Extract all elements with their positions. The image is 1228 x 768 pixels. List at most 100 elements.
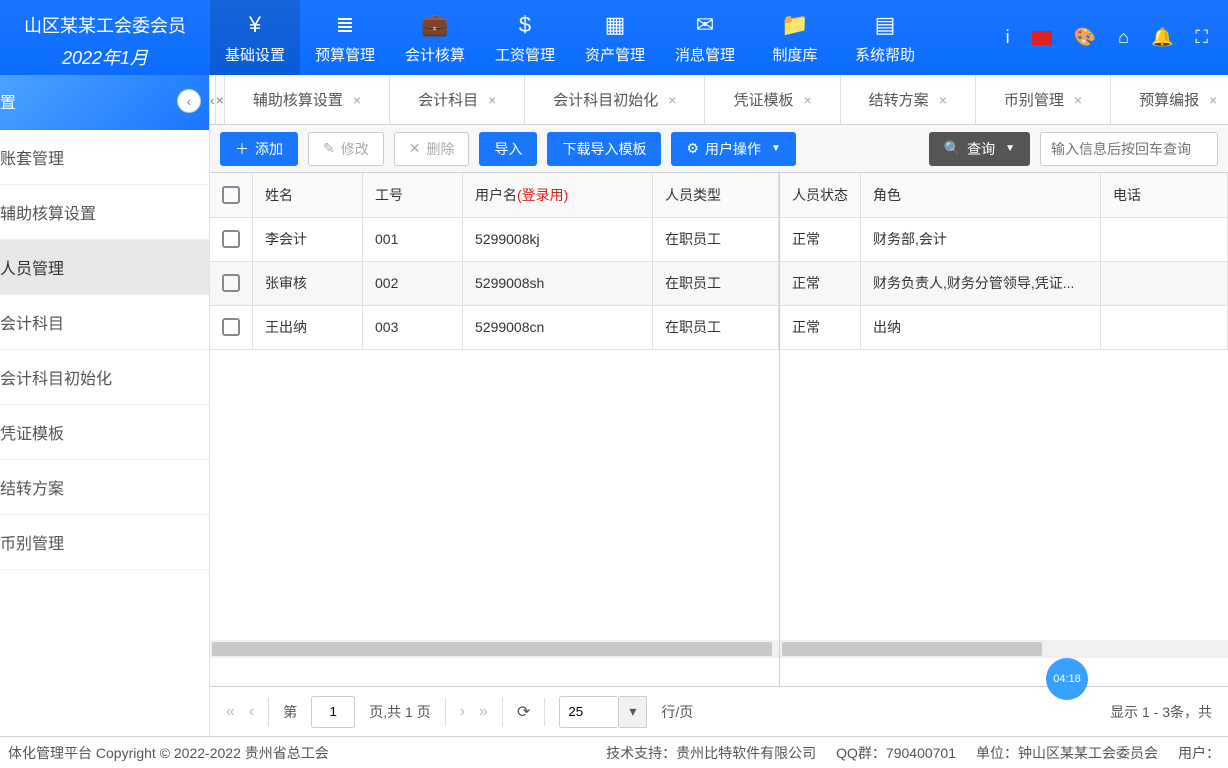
folder-icon: 📁 bbox=[750, 12, 840, 38]
nav-asset[interactable]: ▦资产管理 bbox=[570, 0, 660, 75]
col-name[interactable]: 姓名 bbox=[253, 173, 363, 217]
add-button[interactable]: ＋添加 bbox=[220, 132, 298, 166]
home-icon[interactable]: ⌂ bbox=[1118, 27, 1129, 48]
tab-budget-report[interactable]: 预算编报× bbox=[1111, 75, 1228, 124]
gear-icon: ⚙ bbox=[686, 140, 699, 157]
app-header: 山区某某工会委会员 2022年1月 ¥基础设置 ≣预算管理 💼会计核算 $工资管… bbox=[0, 0, 1228, 75]
sidebar-item-subject-init[interactable]: 会计科目初始化 bbox=[0, 350, 209, 405]
mail-icon: ✉ bbox=[660, 12, 750, 38]
page-per-label: 行/页 bbox=[661, 702, 693, 722]
table-row[interactable]: 王出纳0035299008cn在职员工 bbox=[210, 305, 779, 349]
close-icon[interactable]: × bbox=[488, 92, 496, 108]
info-icon[interactable]: i bbox=[1006, 27, 1010, 48]
hscroll-left[interactable] bbox=[210, 640, 779, 658]
period-label: 2022年1月 bbox=[0, 44, 210, 70]
nav-basic-settings[interactable]: ¥基础设置 bbox=[210, 0, 300, 75]
tab-close-button[interactable]: × bbox=[216, 75, 225, 124]
footer-tech: 技术支持：贵州比特软件有限公司 bbox=[606, 743, 816, 763]
page-last[interactable]: » bbox=[479, 703, 488, 721]
row-checkbox[interactable] bbox=[222, 318, 240, 336]
col-phone[interactable]: 电话 bbox=[1101, 173, 1228, 217]
table-row[interactable]: 正常财务部,会计 bbox=[780, 217, 1228, 261]
tab-carryover[interactable]: 结转方案× bbox=[841, 75, 976, 124]
sidebar-head-text: 置 bbox=[0, 89, 16, 113]
close-icon[interactable]: × bbox=[939, 92, 947, 108]
sidebar-item-currency[interactable]: 币别管理 bbox=[0, 515, 209, 570]
col-type[interactable]: 人员类型 bbox=[653, 173, 779, 217]
row-checkbox[interactable] bbox=[222, 230, 240, 248]
sidebar-item-carryover[interactable]: 结转方案 bbox=[0, 460, 209, 515]
tab-subject-init[interactable]: 会计科目初始化× bbox=[525, 75, 705, 124]
fullscreen-icon[interactable]: ⛶ bbox=[1195, 27, 1208, 48]
sidebar-item-personnel[interactable]: 人员管理 bbox=[0, 240, 209, 295]
flag-icon[interactable] bbox=[1032, 31, 1052, 45]
download-template-button[interactable]: 下载导入模板 bbox=[547, 132, 661, 166]
nav-salary[interactable]: $工资管理 bbox=[480, 0, 570, 75]
toolbar: ＋添加 ✎修改 ✕删除 导入 下载导入模板 ⚙用户操作 🔍查询 bbox=[210, 125, 1228, 173]
footer-copyright: 体化管理平台 Copyright © 2022-2022 贵州省总工会 bbox=[8, 743, 329, 763]
row-checkbox[interactable] bbox=[222, 274, 240, 292]
nav-budget[interactable]: ≣预算管理 bbox=[300, 0, 390, 75]
page-next[interactable]: › bbox=[460, 703, 465, 721]
close-icon[interactable]: × bbox=[803, 92, 811, 108]
page-refresh[interactable]: ⟳ bbox=[517, 702, 530, 722]
briefcase-icon: 💼 bbox=[390, 12, 480, 38]
close-icon[interactable]: × bbox=[1074, 92, 1082, 108]
nav-message[interactable]: ✉消息管理 bbox=[660, 0, 750, 75]
table-row[interactable]: 正常财务负责人,财务分管领导,凭证... bbox=[780, 261, 1228, 305]
top-nav: ¥基础设置 ≣预算管理 💼会计核算 $工资管理 ▦资产管理 ✉消息管理 📁制度库… bbox=[210, 0, 930, 75]
sidebar-item-voucher[interactable]: 凭证模板 bbox=[0, 405, 209, 460]
page-label: 第 bbox=[283, 702, 297, 722]
pagination-summary: 显示 1 - 3条，共 bbox=[1110, 702, 1212, 722]
sidebar-item-subject[interactable]: 会计科目 bbox=[0, 295, 209, 350]
page-total-label: 页,共 1 页 bbox=[369, 702, 430, 722]
col-status[interactable]: 人员状态 bbox=[780, 173, 861, 217]
hscroll-right[interactable] bbox=[780, 640, 1228, 658]
search-icon: 🔍 bbox=[944, 140, 961, 157]
tab-subject[interactable]: 会计科目× bbox=[390, 75, 525, 124]
main-area: ‹ × 辅助核算设置× 会计科目× 会计科目初始化× 凭证模板× 结转方案× 币… bbox=[210, 75, 1228, 736]
user-ops-dropdown[interactable]: ⚙用户操作 bbox=[671, 132, 795, 166]
nav-accounting[interactable]: 💼会计核算 bbox=[390, 0, 480, 75]
table-row[interactable]: 正常出纳 bbox=[780, 305, 1228, 349]
nav-help[interactable]: ▤系统帮助 bbox=[840, 0, 930, 75]
nav-policy[interactable]: 📁制度库 bbox=[750, 0, 840, 75]
sidebar: 置 ‹ 账套管理 辅助核算设置 人员管理 会计科目 会计科目初始化 凭证模板 结… bbox=[0, 75, 210, 736]
page-size-dropdown[interactable]: ▾ bbox=[619, 696, 647, 728]
delete-button: ✕删除 bbox=[394, 132, 470, 166]
sidebar-collapse-button[interactable]: ‹ bbox=[177, 89, 201, 113]
org-name: 山区某某工会委会员 bbox=[0, 12, 210, 38]
close-icon[interactable]: × bbox=[1209, 92, 1217, 108]
bell-icon[interactable]: 🔔 bbox=[1151, 27, 1173, 48]
close-icon[interactable]: × bbox=[668, 92, 676, 108]
close-icon[interactable]: × bbox=[353, 92, 361, 108]
table-area: 姓名 工号 用户名(登录用) 人员类型 李会计0015299008kj在职员工 … bbox=[210, 173, 1228, 686]
query-button[interactable]: 🔍查询 bbox=[929, 132, 1030, 166]
import-button[interactable]: 导入 bbox=[479, 132, 537, 166]
footer-qq: QQ群：790400701 bbox=[836, 743, 956, 763]
sidebar-item-aux[interactable]: 辅助核算设置 bbox=[0, 185, 209, 240]
page-input[interactable] bbox=[311, 696, 355, 728]
page-first[interactable]: « bbox=[226, 703, 235, 721]
col-role[interactable]: 角色 bbox=[861, 173, 1101, 217]
table-row[interactable]: 张审核0025299008sh在职员工 bbox=[210, 261, 779, 305]
col-empno[interactable]: 工号 bbox=[363, 173, 463, 217]
plus-icon: ＋ bbox=[235, 139, 249, 159]
sidebar-item-account[interactable]: 账套管理 bbox=[0, 130, 209, 185]
tab-voucher[interactable]: 凭证模板× bbox=[705, 75, 840, 124]
col-username[interactable]: 用户名(登录用) bbox=[463, 173, 653, 217]
footer: 体化管理平台 Copyright © 2022-2022 贵州省总工会 技术支持… bbox=[0, 736, 1228, 768]
edit-icon: ✎ bbox=[323, 140, 335, 157]
page-prev[interactable]: ‹ bbox=[249, 703, 254, 721]
tab-aux[interactable]: 辅助核算设置× bbox=[225, 75, 390, 124]
tab-currency[interactable]: 币别管理× bbox=[976, 75, 1111, 124]
search-input[interactable] bbox=[1040, 132, 1218, 166]
sidebar-head: 置 ‹ bbox=[0, 75, 209, 130]
book-icon: ▤ bbox=[840, 12, 930, 38]
footer-user: 用户： bbox=[1178, 743, 1220, 763]
table-row[interactable]: 李会计0015299008kj在职员工 bbox=[210, 217, 779, 261]
palette-icon[interactable]: 🎨 bbox=[1074, 27, 1096, 48]
page-size-select[interactable] bbox=[559, 696, 619, 728]
checkbox-all[interactable] bbox=[222, 186, 240, 204]
data-table-left: 姓名 工号 用户名(登录用) 人员类型 李会计0015299008kj在职员工 … bbox=[210, 173, 779, 350]
